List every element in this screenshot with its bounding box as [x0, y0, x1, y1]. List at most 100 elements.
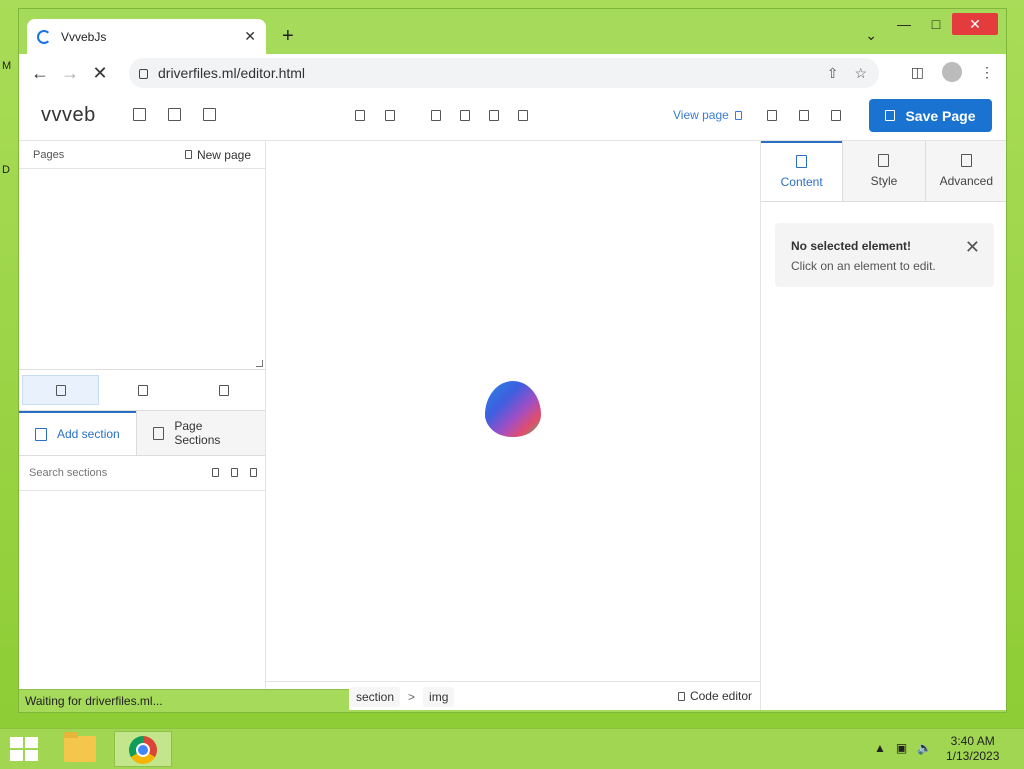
back-icon[interactable]: ←: [25, 63, 55, 84]
network-icon[interactable]: ▣: [896, 741, 907, 755]
clock-date: 1/13/2023: [946, 749, 1000, 763]
page-sections-label: Page Sections: [174, 419, 221, 447]
no-selection-alert: No selected element! Click on an element…: [775, 223, 994, 287]
pages-list[interactable]: [19, 169, 265, 370]
tab-style-label: Style: [870, 174, 898, 188]
right-panel: Content Style Advanced No selected eleme…: [760, 141, 1006, 710]
view-page-label: View page: [673, 108, 729, 122]
style-icon: [878, 154, 890, 167]
close-alert-icon[interactable]: ✕: [965, 237, 980, 258]
tab-content[interactable]: Content: [761, 141, 843, 201]
tab-title: VvvebJs: [61, 29, 107, 44]
toggle-both-panels-icon[interactable]: [168, 108, 181, 121]
desktop-icon-label-fragment: M: [2, 60, 12, 72]
toggle-left-panel-icon[interactable]: [133, 108, 146, 121]
save-page-label: Save Page: [905, 107, 976, 124]
chrome-taskbar-button[interactable]: [114, 731, 172, 767]
address-bar[interactable]: driverfiles.ml/editor.html ⇧ ☆: [129, 58, 879, 88]
tab-style[interactable]: Style: [842, 141, 925, 201]
code-editor-button[interactable]: Code editor: [677, 689, 752, 703]
share-icon[interactable]: ⇧: [827, 65, 839, 82]
editor-canvas[interactable]: [266, 141, 760, 681]
blocks-icon: [219, 384, 230, 396]
file-explorer-icon[interactable]: [64, 732, 96, 762]
view-page-link[interactable]: View page: [673, 108, 742, 122]
preview-icon[interactable]: [460, 110, 470, 121]
lock-icon: [139, 69, 148, 79]
new-page-button[interactable]: New page: [184, 147, 251, 162]
taskbar-clock[interactable]: 3:40 AM 1/13/2023: [946, 734, 999, 764]
bookmark-star-icon[interactable]: ☆: [854, 65, 867, 82]
code-editor-label: Code editor: [689, 689, 752, 703]
breadcrumb-img[interactable]: img: [423, 686, 455, 707]
url-text: driverfiles.ml/editor.html: [158, 65, 306, 81]
file-plus-icon: [184, 150, 192, 159]
tab-strip: VvvebJs ✕ + ⌄: [27, 19, 987, 54]
editor-top-bar: vvveb View page Save Page: [19, 92, 1006, 141]
stop-loading-icon[interactable]: ✕: [85, 63, 115, 84]
tab-advanced[interactable]: Advanced: [924, 141, 1006, 201]
add-section-icon: [35, 427, 47, 441]
close-tab-icon[interactable]: ✕: [244, 28, 256, 45]
designer-mode-icon[interactable]: [431, 110, 441, 121]
download-icon[interactable]: [518, 110, 528, 121]
status-bubble: Waiting for driverfiles.ml...: [19, 689, 349, 710]
tab-page-sections[interactable]: Page Sections: [135, 411, 265, 455]
vvveb-logo: vvveb: [41, 104, 96, 126]
tab-blocks[interactable]: [187, 376, 262, 404]
forward-icon[interactable]: →: [55, 63, 85, 84]
side-panel-icon[interactable]: ◫: [911, 64, 924, 81]
tab-advanced-label: Advanced: [939, 174, 993, 188]
expand-all-icon[interactable]: [231, 468, 238, 477]
resize-handle[interactable]: [256, 360, 263, 367]
start-button[interactable]: [10, 737, 38, 761]
redo-icon[interactable]: [385, 110, 395, 121]
tab-search-chevron-icon[interactable]: ⌄: [865, 27, 877, 44]
desktop-view-icon[interactable]: [831, 110, 841, 121]
taskbar: ▲ ▣ 🔈 3:40 AM 1/13/2023: [0, 728, 1024, 769]
breadcrumb-section[interactable]: section: [350, 686, 401, 707]
show-hidden-icons-icon[interactable]: ▲: [874, 741, 886, 755]
left-panel: Pages New page Add section Page Sections…: [19, 141, 266, 710]
chrome-icon: [129, 736, 157, 764]
tab-add-section[interactable]: Add section: [19, 411, 136, 455]
code-icon: [677, 691, 685, 701]
external-link-icon: [734, 110, 742, 120]
page-sections-icon: [152, 426, 165, 440]
components-icon: [137, 384, 148, 396]
alert-text: Click on an element to edit.: [791, 259, 936, 273]
tablet-view-icon[interactable]: [799, 110, 809, 121]
tab-components[interactable]: [105, 376, 180, 404]
new-tab-button[interactable]: +: [282, 25, 294, 48]
tab-sections[interactable]: [22, 375, 100, 405]
browser-toolbar: ← → ✕ driverfiles.ml/editor.html ⇧ ☆ ◫ ⋮: [19, 54, 1006, 92]
add-section-label: Add section: [57, 427, 120, 441]
save-page-button[interactable]: Save Page: [869, 99, 992, 132]
sections-icon: [55, 384, 66, 396]
mobile-view-icon[interactable]: [767, 110, 777, 121]
desktop-icon-label-fragment: D: [2, 164, 10, 176]
volume-icon[interactable]: 🔈: [917, 741, 932, 755]
search-sections-input[interactable]: [27, 466, 181, 480]
toggle-right-panel-icon[interactable]: [203, 108, 216, 121]
alert-title: No selected element!: [791, 239, 912, 253]
content-icon: [796, 155, 808, 168]
undo-icon[interactable]: [355, 110, 365, 121]
new-page-label: New page: [196, 147, 251, 162]
browser-window: — □ ✕ VvvebJs ✕ + ⌄ ← → ✕ driverfiles.ml…: [18, 8, 1007, 713]
menu-kebab-icon[interactable]: ⋮: [980, 64, 994, 81]
tab-content-label: Content: [780, 175, 823, 189]
page-viewport: vvveb View page Save Page Pages New page…: [19, 92, 1006, 710]
loading-spinner-icon: [37, 29, 51, 44]
collapse-all-icon[interactable]: [250, 468, 257, 477]
clear-search-icon[interactable]: [212, 468, 219, 477]
advanced-icon: [960, 154, 972, 167]
loading-blob-animation: [485, 381, 541, 437]
clock-time: 3:40 AM: [950, 734, 995, 748]
browser-tab[interactable]: VvvebJs ✕: [27, 19, 266, 54]
save-icon: [885, 110, 896, 121]
fullscreen-icon[interactable]: [489, 110, 499, 121]
pages-label: Pages: [33, 148, 65, 161]
profile-avatar[interactable]: [942, 62, 962, 82]
breadcrumb-separator: >: [408, 689, 416, 704]
